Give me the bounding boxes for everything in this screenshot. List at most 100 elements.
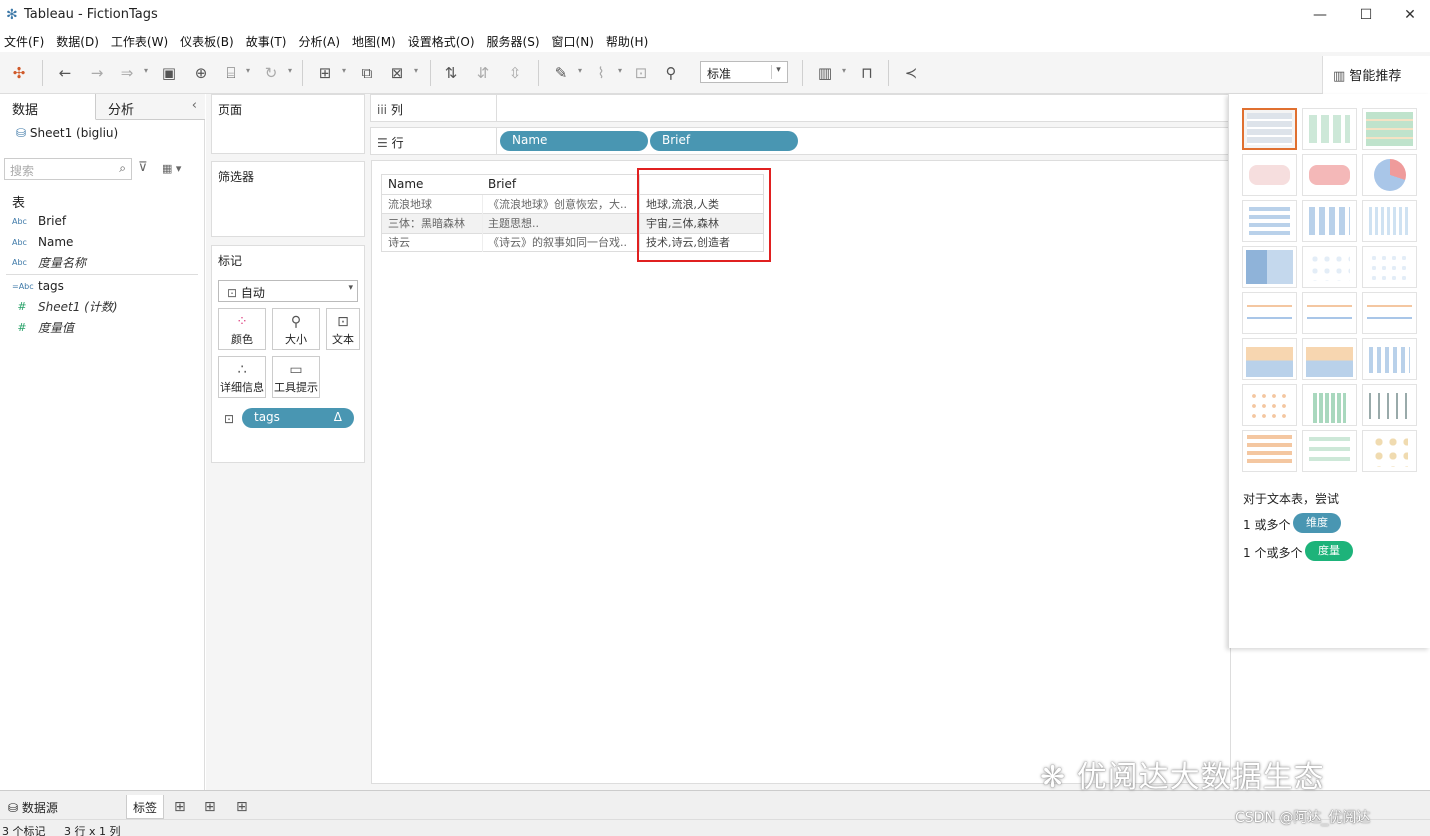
field-count[interactable]: # Sheet1 (计数) — [12, 297, 117, 315]
menu-map[interactable]: 地图(M) — [348, 30, 404, 50]
undo-icon[interactable]: ← — [54, 62, 76, 84]
minimize-icon[interactable]: — — [1300, 4, 1340, 26]
menu-analysis[interactable]: 分析(A) — [294, 30, 348, 50]
filters-card[interactable]: 筛选器 — [211, 161, 365, 237]
sort-asc-icon[interactable]: ⇵ — [472, 62, 494, 84]
menu-worksheet[interactable]: 工作表(W) — [107, 30, 176, 50]
presentation-icon[interactable]: ⊓ — [856, 62, 878, 84]
datasource-icon[interactable]: ⌸ — [220, 62, 242, 84]
tableau-start-icon[interactable]: ✣ — [8, 62, 30, 84]
chart-type-filled-map[interactable] — [1302, 154, 1357, 196]
chart-type-stacked-bars[interactable] — [1302, 200, 1357, 242]
chart-type-dual-lines[interactable] — [1362, 292, 1417, 334]
chart-type-dual-combination[interactable] — [1362, 338, 1417, 380]
field-measure-names[interactable]: Abc 度量名称 — [12, 253, 86, 271]
chart-type-packed-bubbles[interactable] — [1362, 430, 1417, 472]
menu-help[interactable]: 帮助(H) — [602, 30, 656, 50]
menu-file[interactable]: 文件(F) — [0, 30, 52, 50]
chart-type-bullet[interactable] — [1302, 430, 1357, 472]
chart-type-discrete-lines[interactable] — [1302, 292, 1357, 334]
size-button[interactable]: ⚲ 大小 — [272, 308, 320, 350]
rows-shelf[interactable]: ☰ 行 Name Brief — [370, 127, 1230, 155]
swap-icon[interactable]: ⇅ — [440, 62, 462, 84]
search-input[interactable]: 搜索 ⌕ — [4, 158, 132, 180]
marks-pill-tags[interactable]: tags Δ — [242, 408, 354, 428]
rows-pill-brief[interactable]: Brief — [650, 131, 798, 151]
row3-brief[interactable]: 《诗云》的叙事如同一台戏.. — [488, 233, 638, 252]
chart-type-horizontal-bars[interactable] — [1242, 200, 1297, 242]
chart-type-text-table[interactable] — [1242, 108, 1297, 150]
chart-type-treemap[interactable] — [1242, 246, 1297, 288]
text-button[interactable]: ⊡ 文本 — [326, 308, 360, 350]
chart-type-continuous-lines[interactable] — [1242, 292, 1297, 334]
show-me-button[interactable]: ▥ 智能推荐 — [1322, 56, 1430, 94]
menu-window[interactable]: 窗口(N) — [548, 30, 602, 50]
menu-dashboard[interactable]: 仪表板(B) — [176, 30, 242, 50]
rows-pill-name[interactable]: Name — [500, 131, 648, 151]
header-brief[interactable]: Brief — [488, 177, 516, 191]
view-options-icon[interactable]: ▦ ▾ — [162, 162, 181, 175]
chart-type-heatmap[interactable] — [1302, 108, 1357, 150]
share-icon[interactable]: ≺ — [900, 62, 922, 84]
highlight-icon[interactable]: ✎ — [550, 62, 572, 84]
row1-brief[interactable]: 《流浪地球》创意恢宏，大.. — [488, 195, 638, 214]
tab-analysis[interactable]: 分析 ‹ — [96, 94, 205, 120]
label-icon[interactable]: ⊡ — [630, 62, 652, 84]
chart-type-symbol-map[interactable] — [1242, 154, 1297, 196]
chart-type-scatter[interactable] — [1242, 384, 1297, 426]
save-icon[interactable]: ▣ — [158, 62, 180, 84]
detail-button[interactable]: ∴ 详细信息 — [218, 356, 266, 398]
new-datasource-icon[interactable]: ⊕ — [190, 62, 212, 84]
maximize-icon[interactable]: ☐ — [1346, 4, 1386, 26]
menu-server[interactable]: 服务器(S) — [483, 30, 548, 50]
new-worksheet-icon[interactable]: ⊞ — [314, 62, 336, 84]
field-measure-values[interactable]: # 度量值 — [12, 318, 74, 336]
new-story-tab-icon[interactable]: ⊞ — [230, 795, 254, 819]
row2-brief[interactable]: 主题思想.. — [488, 214, 638, 233]
datasource-tab[interactable]: ⛁ 数据源 — [2, 795, 64, 819]
chart-type-side-by-side-circles[interactable] — [1362, 246, 1417, 288]
columns-shelf[interactable]: iii 列 — [370, 94, 1230, 122]
chart-type-box-whisker[interactable] — [1362, 384, 1417, 426]
chart-type-pie[interactable] — [1362, 154, 1417, 196]
row2-name[interactable]: 三体：黑暗森林 — [388, 214, 480, 233]
new-dashboard-tab-icon[interactable]: ⊞ — [198, 795, 222, 819]
redo-icon[interactable]: → — [86, 62, 108, 84]
clear-sheet-icon[interactable]: ⊠ — [386, 62, 408, 84]
replay-icon[interactable]: ⇒ — [116, 62, 138, 84]
chart-type-side-by-side-bars[interactable] — [1362, 200, 1417, 242]
mark-type-select[interactable]: ⊡ 自动 ▾ — [218, 280, 358, 302]
sheet-tab[interactable]: 标签 — [126, 795, 165, 819]
collapse-icon[interactable]: ‹ — [192, 98, 197, 113]
menu-format[interactable]: 设置格式(O) — [404, 30, 483, 50]
menu-story[interactable]: 故事(T) — [242, 30, 295, 50]
field-brief[interactable]: Abc Brief — [12, 212, 66, 230]
refresh-icon[interactable]: ↻ — [260, 62, 282, 84]
fit-select[interactable]: 标准 ▾ — [700, 61, 788, 83]
datasource-item[interactable]: ⛁ Sheet1 (bigliu) — [16, 126, 118, 140]
chart-type-histogram[interactable] — [1302, 384, 1357, 426]
new-worksheet-tab-icon[interactable]: ⊞ — [168, 795, 192, 819]
pin-icon[interactable]: ⚲ — [660, 62, 682, 84]
group-icon[interactable]: ⌇ — [590, 62, 612, 84]
chart-type-area-discrete[interactable] — [1302, 338, 1357, 380]
row3-name[interactable]: 诗云 — [388, 233, 480, 252]
chart-type-circle-view[interactable] — [1302, 246, 1357, 288]
tab-data[interactable]: 数据 — [0, 94, 96, 120]
row1-name[interactable]: 流浪地球 — [388, 195, 480, 214]
sort-desc-icon[interactable]: ⇳ — [504, 62, 526, 84]
chart-type-highlight-table[interactable] — [1362, 108, 1417, 150]
chart-type-gantt[interactable] — [1242, 430, 1297, 472]
color-button[interactable]: ⁘ 颜色 — [218, 308, 266, 350]
tooltip-button[interactable]: ▭ 工具提示 — [272, 356, 320, 398]
field-tags[interactable]: =Abc tags — [12, 277, 64, 295]
header-name[interactable]: Name — [388, 177, 423, 191]
chart-type-area-continuous[interactable] — [1242, 338, 1297, 380]
close-icon[interactable]: ✕ — [1390, 4, 1430, 26]
field-name[interactable]: Abc Name — [12, 233, 73, 251]
menu-data[interactable]: 数据(D) — [52, 30, 107, 50]
filter-icon[interactable]: ⊽ — [138, 160, 148, 175]
pages-card[interactable]: 页面 — [211, 94, 365, 154]
show-cards-icon[interactable]: ▥ — [814, 62, 836, 84]
duplicate-icon[interactable]: ⧉ — [356, 62, 378, 84]
